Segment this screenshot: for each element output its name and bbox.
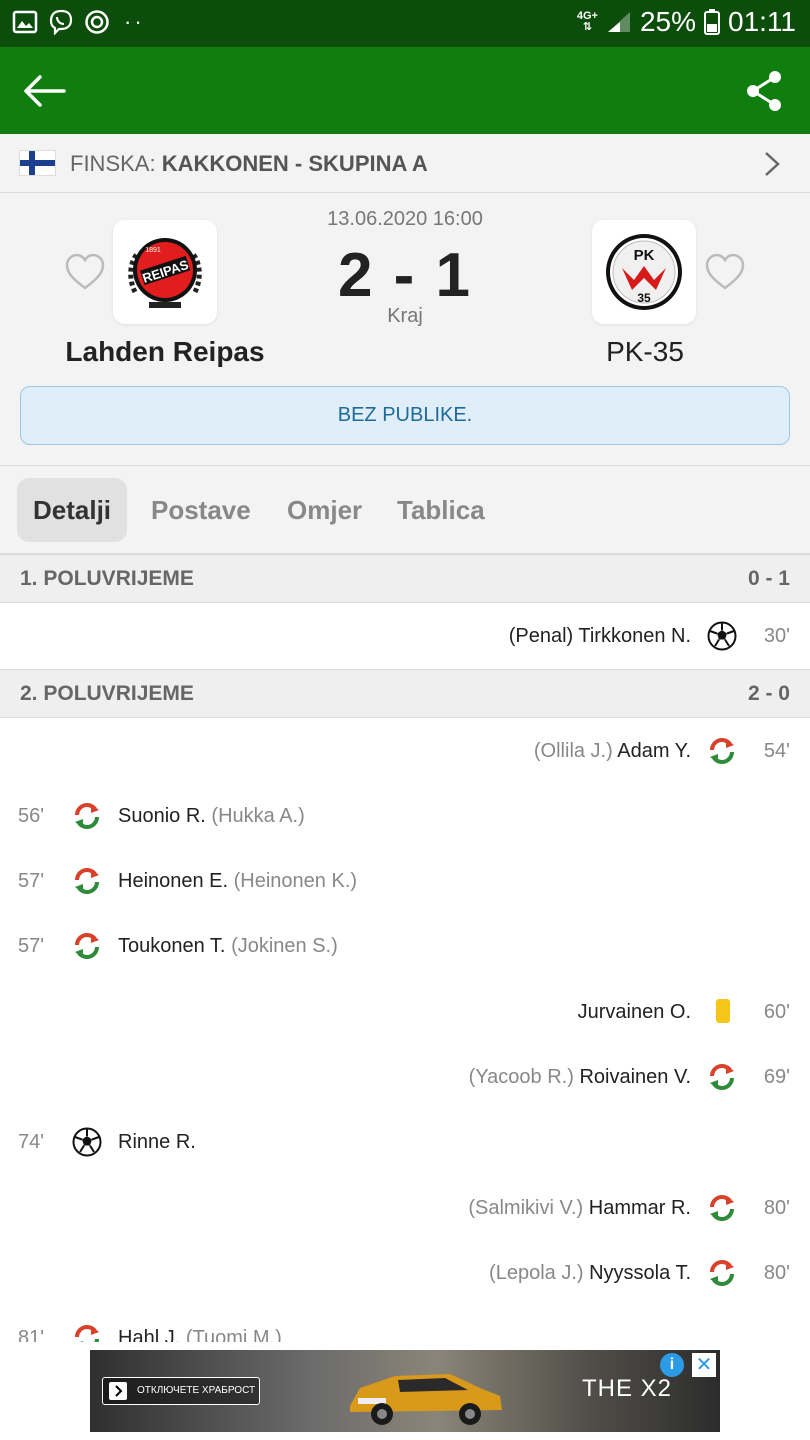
event-player: Rinne R. — [118, 1131, 196, 1153]
share-icon[interactable] — [744, 69, 784, 113]
app-bar — [0, 47, 810, 134]
tab-omjer[interactable]: Omjer — [271, 478, 378, 542]
event-row[interactable]: Jurvainen O. 60' — [0, 980, 810, 1044]
event-minute: 81' — [18, 1327, 45, 1342]
chevron-right-icon — [765, 152, 780, 176]
tab-detalji[interactable]: Detalji — [17, 478, 128, 542]
event-minute: 74' — [18, 1131, 45, 1153]
away-team-logo[interactable]: PK 35 — [592, 220, 696, 324]
away-team-name[interactable]: PK-35 — [555, 336, 735, 368]
event-row[interactable]: 57' Toukonen T. (Jokinen S.) — [0, 914, 810, 978]
ad-cta-button[interactable]: ОТКЛЮЧЕТЕ ХРАБРОСТ — [102, 1377, 260, 1405]
sync-icon — [85, 10, 109, 34]
home-team-logo[interactable]: REIPAS 1891 — [113, 220, 217, 324]
event-player: Hahl J. (Tuomi M.) — [118, 1327, 282, 1342]
event-minute: 30' — [763, 625, 790, 647]
event-player: Heinonen E. (Heinonen K.) — [118, 870, 358, 892]
event-player: Jurvainen O. — [577, 1001, 691, 1023]
svg-text:1891: 1891 — [145, 247, 161, 254]
event-minute: 80' — [763, 1197, 790, 1219]
pk35-crest-icon: PK 35 — [606, 234, 682, 310]
favorite-away-heart-icon[interactable] — [704, 253, 746, 291]
section-score: 0 - 1 — [747, 567, 790, 590]
section-header-second-half: 2. POLUVRIJEME 2 - 0 — [0, 669, 810, 718]
section-header-first-half: 1. POLUVRIJEME 0 - 1 — [0, 554, 810, 603]
ad-play-icon — [109, 1382, 127, 1400]
event-row[interactable]: 74' Rinne R. — [0, 1110, 810, 1174]
event-minute: 80' — [763, 1262, 790, 1284]
league-title: FINSKA: KAKKONEN - SKUPINA A — [70, 134, 428, 193]
substitution-icon — [710, 1260, 734, 1286]
goal-icon — [72, 1127, 102, 1157]
event-player: (Yacoob R.) Roivainen V. — [468, 1066, 691, 1088]
favorite-home-heart-icon[interactable] — [64, 253, 106, 291]
yellow-card-icon — [716, 999, 730, 1023]
event-minute: 69' — [763, 1066, 790, 1088]
status-bar: ·· 4G+ ⇅ 25% 01:11 — [0, 0, 810, 47]
section-title: 1. POLUVRIJEME — [20, 567, 194, 590]
event-player: (Lepola J.) Nyyssola T. — [489, 1262, 691, 1284]
home-team-name[interactable]: Lahden Reipas — [40, 336, 290, 368]
tab-bar: Detalji Postave Omjer Tablica — [0, 466, 810, 554]
league-row[interactable]: FINSKA: KAKKONEN - SKUPINA A — [0, 134, 810, 193]
league-name: KAKKONEN - SKUPINA A — [161, 151, 428, 176]
match-notice: BEZ PUBLIKE. — [20, 386, 790, 445]
viber-icon — [49, 9, 73, 35]
substitution-icon — [710, 1064, 734, 1090]
league-country: FINSKA: — [70, 151, 156, 176]
substitution-icon — [710, 1195, 734, 1221]
event-row[interactable]: 57' Heinonen E. (Heinonen K.) — [0, 849, 810, 913]
event-row[interactable]: (Ollila J.) Adam Y. 54' — [0, 719, 810, 783]
svg-text:35: 35 — [637, 291, 651, 305]
event-row[interactable]: 56' Suonio R. (Hukka A.) — [0, 784, 810, 848]
event-player: (Ollila J.) Adam Y. — [533, 740, 691, 762]
reipas-crest-icon: REIPAS 1891 — [128, 238, 202, 308]
substitution-icon — [710, 738, 734, 764]
event-minute: 54' — [763, 740, 790, 762]
event-minute: 60' — [763, 1001, 790, 1023]
ad-close-icon[interactable]: ✕ — [692, 1353, 716, 1377]
match-header: REIPAS 1891 Lahden Reipas 13.06.2020 16:… — [0, 193, 810, 466]
clock: 01:11 — [728, 6, 796, 37]
event-row[interactable]: (Penal) Tirkkonen N. 30' — [0, 604, 810, 668]
network-type: 4G+ ⇅ — [576, 10, 598, 33]
ad-banner[interactable]: ОТКЛЮЧЕТЕ ХРАБРОСТ THE X2 i ✕ — [90, 1350, 720, 1432]
event-player: (Penal) Tirkkonen N. — [508, 625, 691, 647]
more-notifications-indicator: ·· — [124, 9, 145, 34]
event-row[interactable]: 81' Hahl J. (Tuomi M.) — [0, 1306, 810, 1342]
tab-postave[interactable]: Postave — [135, 478, 267, 542]
event-minute: 57' — [18, 870, 45, 892]
ad-model-text: THE X2 — [582, 1375, 673, 1402]
event-player: Toukonen T. (Jokinen S.) — [118, 935, 338, 957]
car-image — [350, 1374, 502, 1425]
event-row[interactable]: (Salmikivi V.) Hammar R. 80' — [0, 1176, 810, 1240]
event-minute: 57' — [18, 935, 45, 957]
substitution-icon — [75, 868, 99, 894]
substitution-icon — [75, 1325, 99, 1342]
event-row[interactable]: (Lepola J.) Nyyssola T. 80' — [0, 1241, 810, 1305]
section-title: 2. POLUVRIJEME — [20, 682, 194, 705]
battery-icon — [704, 9, 720, 35]
battery-percent: 25% — [639, 6, 696, 37]
substitution-icon — [75, 933, 99, 959]
event-minute: 56' — [18, 805, 45, 827]
event-player: Suonio R. (Hukka A.) — [118, 805, 305, 827]
svg-text:PK: PK — [634, 247, 655, 264]
back-arrow-icon[interactable] — [22, 69, 68, 113]
finland-flag-icon — [20, 151, 55, 175]
gallery-icon — [12, 10, 38, 34]
ad-info-icon[interactable]: i — [660, 1353, 684, 1377]
signal-icon — [607, 12, 630, 32]
match-status: Kraj — [387, 305, 423, 327]
substitution-icon — [75, 803, 99, 829]
match-score: 2 - 1 — [337, 241, 473, 310]
event-player: (Salmikivi V.) Hammar R. — [468, 1197, 691, 1219]
match-datetime: 13.06.2020 16:00 — [327, 208, 483, 230]
section-score: 2 - 0 — [747, 682, 790, 705]
tab-tablica[interactable]: Tablica — [381, 478, 501, 542]
goal-icon — [707, 621, 737, 651]
event-row[interactable]: (Yacoob R.) Roivainen V. 69' — [0, 1045, 810, 1109]
